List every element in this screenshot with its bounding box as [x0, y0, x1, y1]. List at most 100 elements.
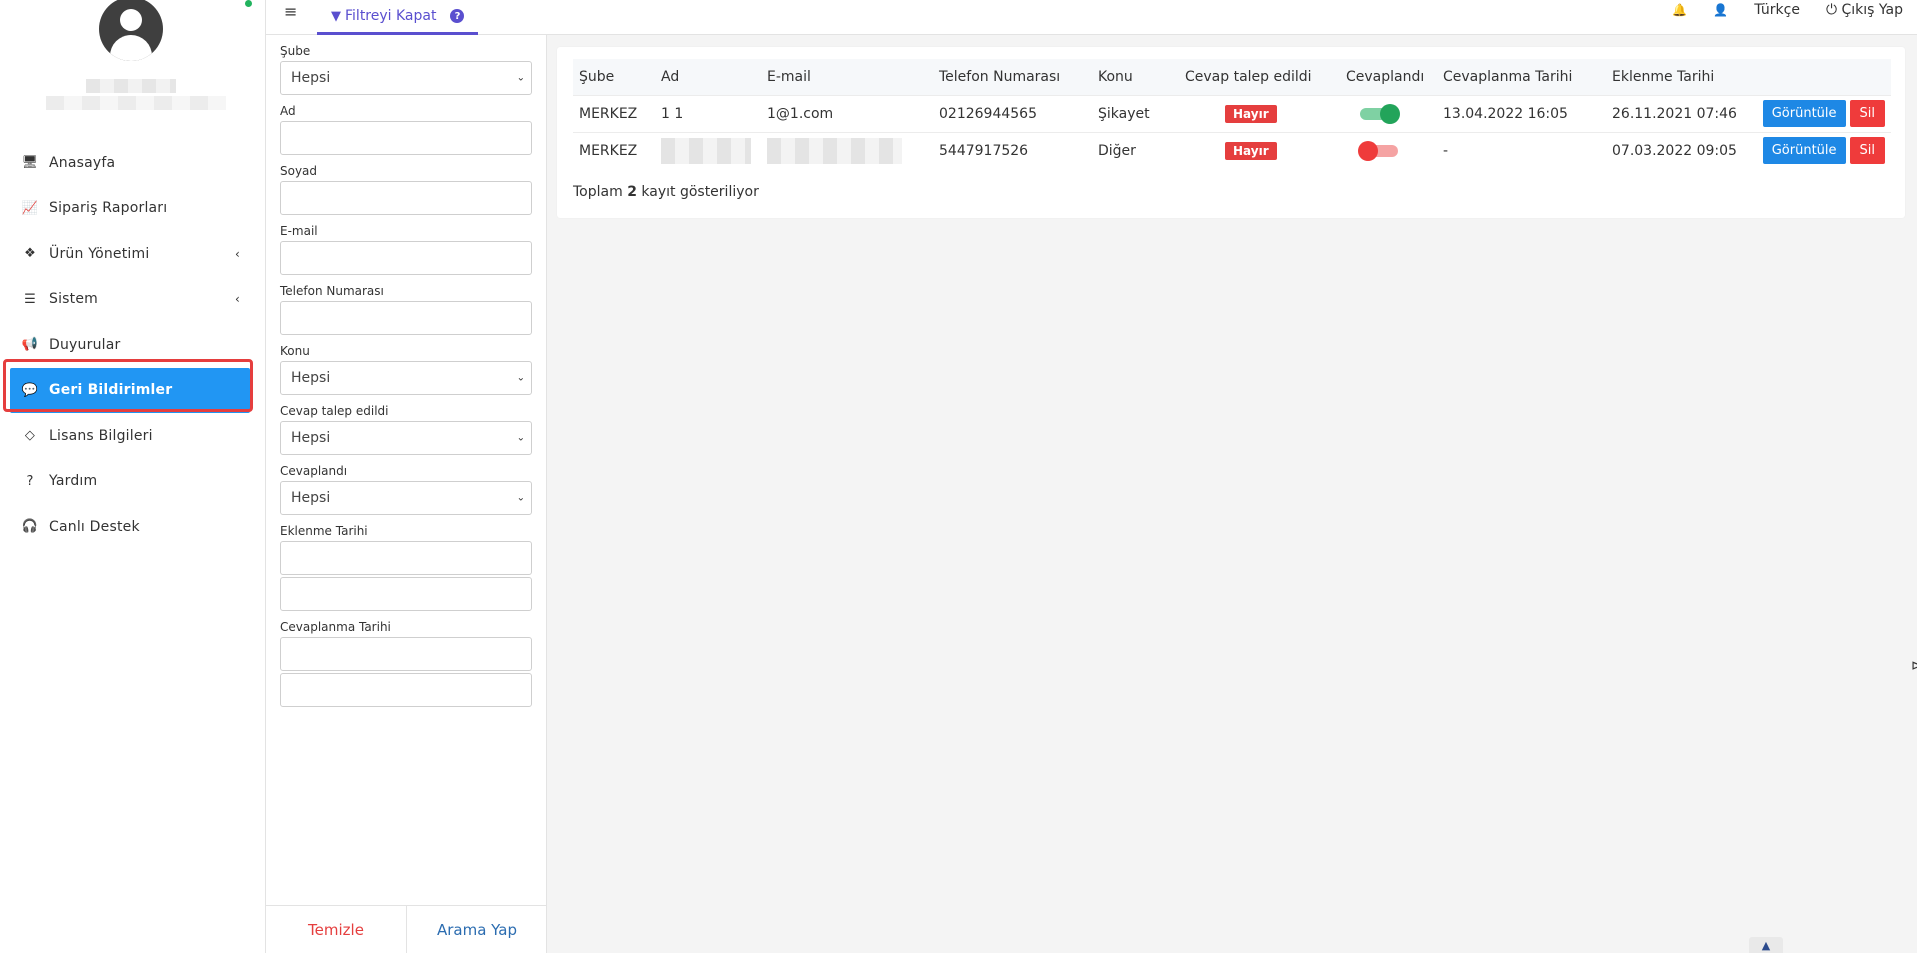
cevaplanma-end-input[interactable] — [280, 673, 532, 707]
filter-label: Konu — [280, 344, 310, 358]
cell-actions: Görüntüle Sil — [1753, 131, 1891, 169]
filter-label: Eklenme Tarihi — [280, 524, 368, 538]
status-badge: Hayır — [1225, 104, 1277, 123]
diamond-icon: ◇ — [24, 428, 36, 444]
cell-actions: Görüntüle Sil — [1753, 94, 1891, 132]
filter-toggle-tab[interactable]: ▼ Filtreyi Kapat ? — [317, 0, 479, 35]
logout-label: Çıkış Yap — [1841, 2, 1904, 18]
feedback-table: Şube Ad E-mail Telefon Numarası Konu Cev… — [573, 59, 1891, 169]
column-header-konu[interactable]: Konu — [1092, 59, 1179, 95]
delete-button[interactable]: Sil — [1849, 100, 1885, 127]
column-header-cevaplandi[interactable]: Cevaplandı — [1340, 59, 1437, 95]
user-settings-icon[interactable]: 👤 — [1713, 3, 1728, 17]
cevap-talep-select[interactable]: Hepsi ⌄ — [280, 421, 532, 455]
view-button[interactable]: Görüntüle — [1762, 137, 1846, 165]
sidebar-item-urun-yonetimi[interactable]: ❖ Ürün Yönetimi ‹ — [0, 231, 266, 277]
delete-button[interactable]: Sil — [1849, 137, 1885, 165]
eklenme-start-input[interactable] — [280, 541, 532, 575]
cevaplandi-select[interactable]: Hepsi ⌄ — [280, 481, 532, 515]
online-status-dot — [245, 0, 252, 7]
cell-ad — [655, 131, 761, 169]
sidebar-item-label: Ürün Yönetimi — [49, 245, 150, 262]
soyad-input[interactable] — [280, 181, 532, 215]
sube-select[interactable]: Hepsi ⌄ — [280, 61, 532, 95]
redacted-email — [767, 137, 902, 164]
sidebar-item-label: Yardım — [49, 473, 98, 490]
total-suffix: kayıt gösteriliyor — [641, 184, 759, 200]
filter-eklenme-tarihi: Eklenme Tarihi — [280, 524, 532, 611]
logout-button[interactable]: ⏻ Çıkış Yap — [1826, 2, 1903, 18]
cevaplanma-start-input[interactable] — [280, 637, 532, 671]
filter-cevap-talep: Cevap talep edildi Hepsi ⌄ — [280, 404, 532, 455]
chevron-down-icon: ⌄ — [516, 72, 525, 84]
sidebar-item-yardim[interactable]: ? Yardım — [0, 459, 266, 505]
telefon-input[interactable] — [280, 301, 532, 335]
cell-konu: Diğer — [1092, 131, 1179, 169]
cell-telefon: 5447917526 — [933, 131, 1092, 169]
column-header-eklenme-tarihi[interactable]: Eklenme Tarihi — [1606, 59, 1753, 95]
answered-toggle[interactable] — [1358, 140, 1398, 161]
cell-eklenme-tarihi: 26.11.2021 07:46 — [1606, 94, 1753, 132]
cell-sube: MERKEZ — [573, 131, 655, 169]
user-name-redacted — [86, 79, 176, 93]
bell-icon[interactable]: 🔔 — [1672, 3, 1687, 17]
filter-ad: Ad — [280, 104, 532, 155]
avatar-icon[interactable] — [99, 0, 163, 61]
filter-cevaplandi: Cevaplandı Hepsi ⌄ — [280, 464, 532, 515]
sidebar-item-sistem[interactable]: ☰ Sistem ‹ — [0, 277, 266, 323]
email-input[interactable] — [280, 241, 532, 275]
search-button[interactable]: Arama Yap — [407, 906, 547, 953]
cell-email: 1@1.com — [761, 94, 933, 132]
cell-cevaplanma-tarihi: 13.04.2022 16:05 — [1437, 94, 1606, 132]
help-icon[interactable]: ? — [450, 9, 465, 23]
sidebar-item-lisans-bilgileri[interactable]: ◇ Lisans Bilgileri — [0, 413, 266, 459]
column-header-telefon[interactable]: Telefon Numarası — [933, 59, 1092, 95]
cell-eklenme-tarihi: 07.03.2022 09:05 — [1606, 131, 1753, 169]
topbar: ≡ ▼ Filtreyi Kapat ? 🔔 👤 Türkçe ⏻ Çıkış … — [266, 0, 1917, 35]
cell-cevaplanma-tarihi: - — [1437, 131, 1606, 169]
eklenme-end-input[interactable] — [280, 577, 532, 611]
cell-sube: MERKEZ — [573, 94, 655, 132]
filter-label: Cevaplanma Tarihi — [280, 620, 391, 634]
cell-email — [761, 131, 933, 169]
sidebar-item-label: Sistem — [49, 291, 99, 308]
sidebar-item-anasayfa[interactable]: 🖥 Anasayfa — [0, 140, 266, 186]
filter-label: Ad — [280, 104, 296, 118]
scroll-to-top-button[interactable]: ▲ — [1749, 937, 1783, 953]
filter-panel: Şube Hepsi ⌄ Ad Soyad E-mail Telefon Numa… — [266, 35, 547, 953]
server-icon: ☰ — [24, 291, 36, 307]
headset-icon: 🎧 — [21, 519, 39, 535]
hamburger-menu-icon[interactable]: ≡ — [284, 2, 297, 21]
filter-soyad: Soyad — [280, 164, 532, 215]
chevron-left-icon: ‹ — [235, 292, 240, 307]
filter-label: Soyad — [280, 164, 318, 178]
konu-select[interactable]: Hepsi ⌄ — [280, 361, 532, 395]
column-header-ad[interactable]: Ad — [655, 59, 761, 95]
language-selector[interactable]: Türkçe — [1754, 2, 1800, 18]
filter-label: Cevap talep edildi — [280, 404, 389, 418]
filter-toggle-label: Filtreyi Kapat — [345, 8, 437, 24]
chevron-down-icon: ⌄ — [516, 492, 525, 504]
chevron-left-icon: ‹ — [235, 246, 240, 261]
cubes-icon: ❖ — [24, 246, 36, 262]
chart-icon: 📈 — [21, 200, 39, 216]
monitor-icon: 🖥 — [21, 155, 39, 171]
cell-cevap-talep: Hayır — [1179, 131, 1340, 169]
answered-toggle[interactable] — [1360, 103, 1400, 124]
mouse-cursor-icon: ⊳ — [1911, 658, 1917, 674]
record-count-text: Toplam 2 kayıt gösteriliyor — [573, 184, 759, 200]
ad-input[interactable] — [280, 121, 532, 155]
column-header-email[interactable]: E-mail — [761, 59, 933, 95]
column-header-sube[interactable]: Şube — [573, 59, 655, 95]
clear-button[interactable]: Temizle — [266, 906, 407, 953]
sidebar-item-canli-destek[interactable]: 🎧 Canlı Destek — [0, 504, 266, 550]
column-header-cevaplanma-tarihi[interactable]: Cevaplanma Tarihi — [1437, 59, 1606, 95]
table-row: MERKEZ 5447917526 Diğer Hayır - 07.03.20… — [573, 131, 1891, 169]
sidebar-item-siparis-raporlari[interactable]: 📈 Sipariş Raporları — [0, 186, 266, 232]
view-button[interactable]: Görüntüle — [1762, 100, 1846, 127]
filter-konu: Konu Hepsi ⌄ — [280, 344, 532, 395]
table-header-row: Şube Ad E-mail Telefon Numarası Konu Cev… — [573, 59, 1891, 95]
megaphone-icon: 📢 — [21, 337, 39, 353]
cell-cevap-talep: Hayır — [1179, 94, 1340, 132]
column-header-cevap-talep[interactable]: Cevap talep edildi — [1179, 59, 1340, 95]
